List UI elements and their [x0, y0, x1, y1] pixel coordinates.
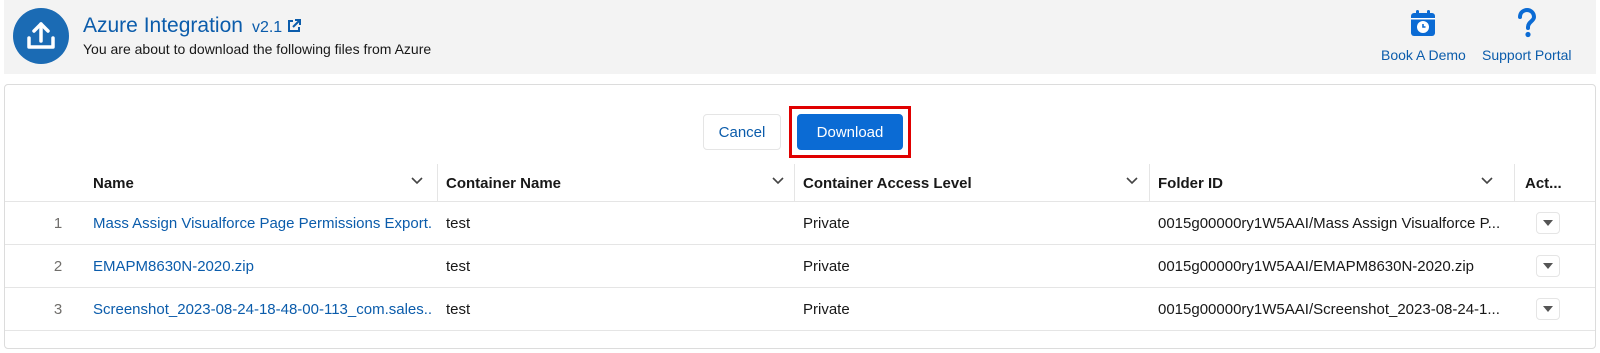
chevron-down-icon[interactable]	[1480, 174, 1494, 188]
folder-id-cell: 0015g00000ry1W5AAI/Screenshot_2023-08-24…	[1158, 300, 1500, 318]
app-header: Azure Integration v2.1 You are about to …	[4, 0, 1596, 74]
column-header-folder[interactable]: Folder ID	[1150, 164, 1502, 202]
chevron-down-icon[interactable]	[1125, 174, 1139, 188]
column-name-label: Name	[93, 174, 134, 192]
column-header-access[interactable]: Container Access Level	[795, 164, 1147, 202]
caret-down-icon	[1543, 263, 1553, 269]
book-demo-link[interactable]: Book A Demo	[1381, 8, 1466, 63]
column-container-label: Container Name	[446, 174, 562, 192]
column-folder-label: Folder ID	[1158, 174, 1224, 192]
row-number: 1	[53, 214, 63, 232]
table-header: Name Container Name Container Access Lev…	[5, 164, 1595, 202]
download-button[interactable]: Download	[797, 114, 903, 150]
file-name-link[interactable]: Screenshot_2023-08-24-18-48-00-113_com.s…	[93, 288, 433, 330]
book-demo-label: Book A Demo	[1381, 47, 1466, 63]
app-version: v2.1	[251, 19, 283, 36]
container-name-cell: test	[446, 300, 471, 318]
files-table: Name Container Name Container Access Lev…	[5, 164, 1595, 331]
support-portal-link[interactable]: Support Portal	[1482, 8, 1572, 63]
access-level-cell: Private	[803, 214, 850, 232]
table-row: 1 Mass Assign Visualforce Page Permissio…	[5, 202, 1595, 245]
question-icon	[1516, 8, 1538, 38]
column-actions-label: Act...	[1525, 174, 1562, 192]
cancel-button[interactable]: Cancel	[703, 114, 781, 150]
file-name-link[interactable]: Mass Assign Visualforce Page Permissions…	[93, 202, 433, 244]
access-level-cell: Private	[803, 257, 850, 275]
app-title: Azure Integration	[83, 14, 243, 37]
container-name-cell: test	[446, 214, 471, 232]
app-subtitle: You are about to download the following …	[83, 41, 432, 57]
upload-icon	[13, 8, 69, 64]
row-number: 2	[53, 257, 63, 275]
caret-down-icon	[1543, 220, 1553, 226]
folder-id-cell: 0015g00000ry1W5AAI/Mass Assign Visualfor…	[1158, 214, 1501, 232]
column-divider[interactable]	[1514, 164, 1515, 202]
table-row: 3 Screenshot_2023-08-24-18-48-00-113_com…	[5, 288, 1595, 331]
support-portal-label: Support Portal	[1482, 47, 1572, 63]
chevron-down-icon[interactable]	[410, 174, 424, 188]
files-card: Cancel Download Name Container Name Cont…	[4, 84, 1596, 349]
access-level-cell: Private	[803, 300, 850, 318]
row-actions-button[interactable]	[1536, 212, 1560, 234]
chevron-down-icon[interactable]	[771, 174, 785, 188]
column-header-container[interactable]: Container Name	[438, 164, 794, 202]
table-row: 2 EMAPM8630N-2020.zip test Private 0015g…	[5, 245, 1595, 288]
column-header-actions[interactable]: Act...	[1517, 164, 1587, 202]
calendar-clock-icon	[1410, 8, 1436, 38]
row-number: 3	[53, 300, 63, 318]
column-header-name[interactable]: Name	[85, 164, 433, 202]
row-actions-button[interactable]	[1536, 255, 1560, 277]
column-access-label: Container Access Level	[803, 174, 972, 192]
external-link-icon[interactable]	[286, 18, 302, 34]
container-name-cell: test	[446, 257, 471, 275]
folder-id-cell: 0015g00000ry1W5AAI/EMAPM8630N-2020.zip	[1158, 257, 1475, 275]
caret-down-icon	[1543, 306, 1553, 312]
row-actions-button[interactable]	[1536, 298, 1560, 320]
file-name-link[interactable]: EMAPM8630N-2020.zip	[93, 245, 433, 287]
